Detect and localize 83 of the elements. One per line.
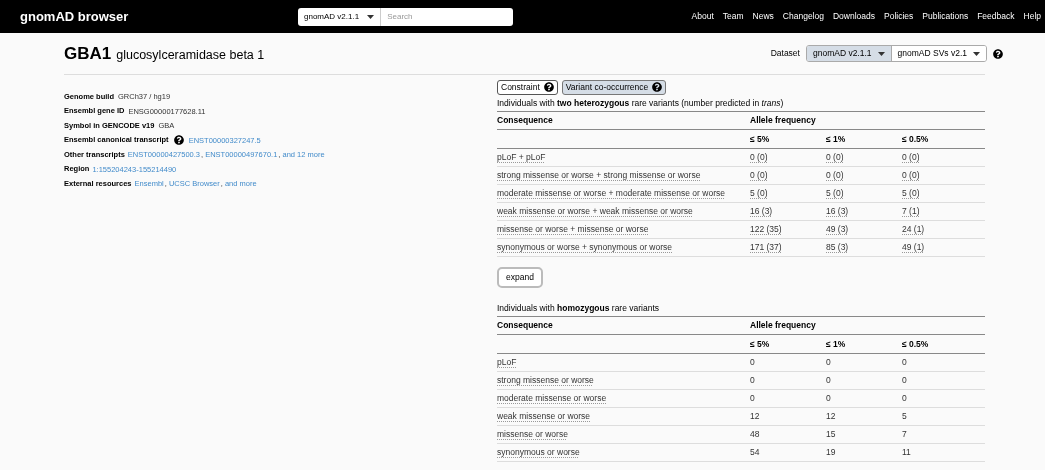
table-cell: weak missense or worse + weak missense or worse <box>497 206 693 217</box>
table-cell: 0 <box>826 357 831 368</box>
table-cell[interactable]: 85 (3) <box>826 242 849 253</box>
column-header: Allele frequency <box>750 319 816 332</box>
dataset-label: Dataset <box>770 47 800 60</box>
column-header: ≤ 0.5% <box>902 133 929 144</box>
table-cell: 15 <box>826 429 836 440</box>
nav-link[interactable]: About <box>691 10 714 23</box>
table-cell[interactable]: 5 (0) <box>750 188 768 199</box>
table-heading: Individuals with two heterozygous rare variants (number predicted in trans) <box>497 97 785 110</box>
column-header: Allele frequency <box>750 114 816 127</box>
table-cell: 5 <box>902 411 907 422</box>
table-cell[interactable]: 0 (0) <box>826 152 844 163</box>
brand-logo[interactable]: gnomAD browser <box>20 6 298 27</box>
table-cell: 12 <box>750 411 760 422</box>
table-cell[interactable]: 0 (0) <box>902 170 920 181</box>
table-cell[interactable]: 49 (3) <box>826 224 849 235</box>
table-cell: 0 <box>750 357 755 368</box>
table-cell: 0 <box>902 375 907 386</box>
table-cell: pLoF <box>497 357 517 368</box>
table-cell: 0 <box>902 357 907 368</box>
help-icon[interactable] <box>652 82 663 92</box>
table-cell[interactable]: 49 (1) <box>902 242 925 253</box>
table-cell[interactable]: 0 (0) <box>750 152 768 163</box>
table-cell: 19 <box>826 447 836 458</box>
table-cell: synonymous or worse <box>497 447 580 458</box>
table-cell: weak missense or worse <box>497 411 591 422</box>
table-cell[interactable]: 16 (3) <box>826 206 849 217</box>
help-icon[interactable] <box>993 48 1003 59</box>
table-cell: missense or worse + missense or worse <box>497 224 649 235</box>
tab[interactable]: Constraint <box>497 79 558 95</box>
tab[interactable]: Variant co-occurrence <box>561 79 667 95</box>
nav-link[interactable]: Feedback <box>977 10 1015 23</box>
table-cell: 0 <box>750 375 755 386</box>
nav-link[interactable]: Policies <box>884 10 914 23</box>
table-cell: pLoF + pLoF <box>497 152 546 163</box>
table-cell[interactable]: 122 (35) <box>750 224 782 235</box>
table-cell: 11 <box>902 447 911 458</box>
dataset-select[interactable]: gnomAD v2.1.1 <box>298 7 382 26</box>
nav-link[interactable]: Help <box>1023 10 1041 23</box>
column-header: ≤ 0.5% <box>902 338 929 349</box>
nav-link[interactable]: Changelog <box>782 10 824 23</box>
table-cell[interactable]: 5 (0) <box>902 188 920 199</box>
nav-link[interactable]: Team <box>722 10 744 23</box>
table-cell: 54 <box>750 447 760 458</box>
table-cell[interactable]: 5 (0) <box>826 188 844 199</box>
gene-name: glucosylceramidase beta 1 <box>116 46 265 64</box>
column-header: ≤ 5% <box>750 338 770 349</box>
caret-icon <box>367 14 375 19</box>
nav-link[interactable]: Downloads <box>832 10 876 23</box>
help-icon[interactable] <box>543 82 554 92</box>
table-cell[interactable]: 24 (1) <box>902 224 925 235</box>
table-cell: synonymous or worse + synonymous or worse <box>497 242 673 253</box>
column-header: ≤ 1% <box>826 338 846 349</box>
table-cell: strong missense or worse <box>497 375 594 386</box>
nav-link[interactable]: Publications <box>922 10 969 23</box>
column-header: Consequence <box>497 114 554 127</box>
table-cell: 12 <box>826 411 836 422</box>
table-cell: 7 <box>902 429 907 440</box>
gene-symbol: GBA1 <box>64 42 112 65</box>
expand-button[interactable]: expand <box>497 266 543 288</box>
table-cell: 0 <box>826 393 831 404</box>
table-cell: moderate missense or worse <box>497 393 607 404</box>
table-cell: 0 <box>750 393 755 404</box>
table-cell[interactable]: 171 (37) <box>750 242 782 253</box>
table-cell: moderate missense or worse + moderate missense or worse <box>497 188 725 199</box>
table-cell[interactable]: 0 (0) <box>750 170 768 181</box>
nav-link[interactable]: News <box>752 10 774 23</box>
table-cell[interactable]: 7 (1) <box>902 206 920 217</box>
table-cell: 0 <box>902 393 907 404</box>
help-icon[interactable] <box>173 135 184 145</box>
table-cell[interactable]: 0 (0) <box>826 170 844 181</box>
column-header: ≤ 5% <box>750 133 770 144</box>
column-header: ≤ 1% <box>826 133 846 144</box>
table-cell: 48 <box>750 429 760 440</box>
table-cell: strong missense or worse + strong missense or worse <box>497 170 701 181</box>
table-cell[interactable]: 16 (3) <box>750 206 773 217</box>
search-field[interactable]: gnomAD v2.1.1 Search <box>298 7 513 26</box>
table-heading: Individuals with homozygous rare variants <box>497 302 661 315</box>
table-cell: 0 <box>826 375 831 386</box>
column-header: Consequence <box>497 319 554 332</box>
table-cell: missense or worse <box>497 429 568 440</box>
table-cell[interactable]: 0 (0) <box>902 152 920 163</box>
